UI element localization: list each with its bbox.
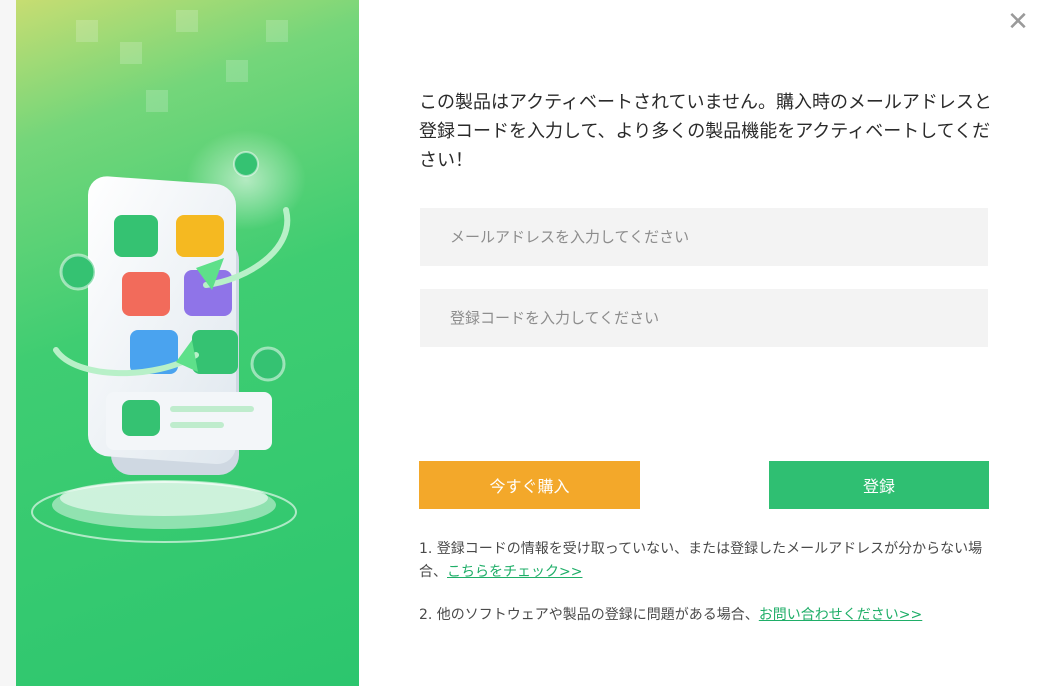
note-2-text: 2. 他のソフトウェアや製品の登録に問題がある場合、 [419,607,759,623]
pixel-pattern [76,10,288,112]
email-input[interactable] [420,208,988,266]
window-edge [0,0,16,686]
contact-us-link[interactable]: お問い合わせください>> [759,607,922,623]
registration-code-input[interactable] [420,289,988,347]
note-2: 2. 他のソフトウェアや製品の登録に問題がある場合、お問い合わせください>> [419,604,1004,627]
hero-illustration [16,0,359,686]
activation-dialog: ✕ この製品はアクティベートされていません。購入時のメールアドレスと登録コードを… [0,0,1050,686]
note-1: 1. 登録コードの情報を受け取っていない、または登録したメールアドレスが分からな… [419,538,1004,584]
check-here-link[interactable]: こちらをチェック>> [447,564,582,580]
buy-now-button[interactable]: 今すぐ購入 [419,461,640,509]
help-notes: 1. 登録コードの情報を受け取っていない、または登録したメールアドレスが分からな… [419,538,1004,627]
phone-transfer-illustration [31,10,306,543]
activation-message: この製品はアクティベートされていません。購入時のメールアドレスと登録コードを入力… [419,92,992,171]
close-button[interactable]: ✕ [1004,8,1032,36]
register-button[interactable]: 登録 [769,461,989,509]
